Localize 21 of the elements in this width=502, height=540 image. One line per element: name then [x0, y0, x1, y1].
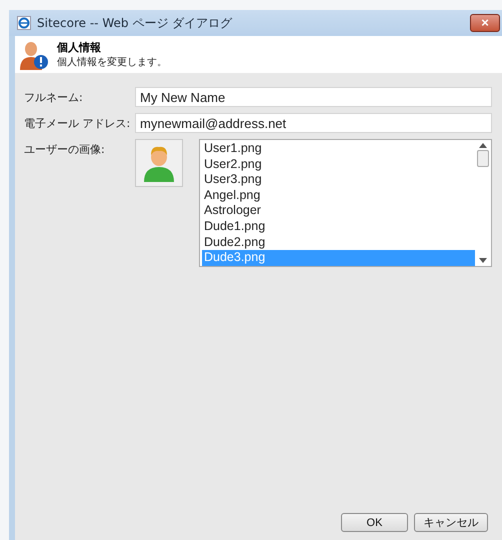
ok-button[interactable]: OK [341, 513, 408, 532]
header-title: 個人情報 [57, 40, 102, 55]
header-subtitle: 個人情報を変更します。 [57, 56, 167, 69]
list-item[interactable]: User3.png [202, 172, 475, 188]
text-field[interactable]: My New Name [135, 87, 492, 107]
list-item[interactable]: Astrologer [202, 203, 475, 219]
list-item[interactable]: User2.png [202, 156, 475, 172]
text-field[interactable]: mynewmail@address.net [135, 113, 492, 133]
field-label: 電子メール アドレス: [24, 116, 132, 131]
list-item[interactable]: Dude1.png [202, 218, 475, 235]
field-label: ユーザーの画像: [24, 142, 106, 157]
scroll-bar[interactable] [475, 140, 491, 266]
image-list[interactable]: User1.png User2.png User3.png Angel.png Astrologer Dude1.png Dude2.png Dude3.png [199, 139, 492, 267]
list-item[interactable]: Dude2.png [202, 234, 475, 250]
window-title: Sitecore -- Web ページ ダイアログ [37, 14, 234, 32]
list-item[interactable]: Angel.png [202, 188, 475, 204]
list-item[interactable]: User1.png [202, 141, 475, 157]
field-label: フルネーム: [24, 90, 84, 105]
browser-icon [17, 16, 31, 30]
cancel-button[interactable]: キャンセル [414, 513, 488, 532]
user-info-icon [19, 40, 49, 70]
